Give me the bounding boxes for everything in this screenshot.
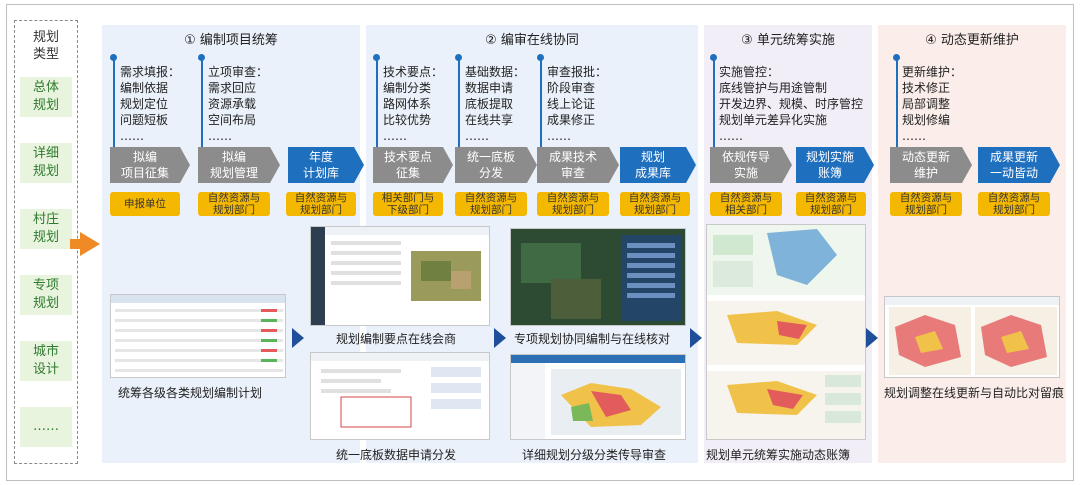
tag-dept: 自然资源与 规划部门	[455, 192, 527, 216]
flow-annual-plan-library: 年度 计划库	[288, 147, 364, 183]
tag-dept: 自然资源与 规划部门	[537, 192, 609, 216]
type-urban-design: 城市 设计	[20, 341, 72, 381]
compare-thumbnail	[885, 297, 1059, 375]
tag-dept: 自然资源与 规划部门	[796, 192, 866, 216]
note-tech-points: 技术要点： 编制分类 路网体系 比较优势……	[383, 65, 444, 143]
type-detailed-plan: 详细 规划	[20, 143, 72, 183]
screenshot-consultation	[310, 226, 490, 326]
plan-type-column: 规划 类型 总体 规划 详细 规划 村庄 规划 专项 规划 城市 设计 ……	[14, 20, 78, 464]
tag-dept: 自然资源与 规划部门	[978, 192, 1050, 216]
note-implementation: 实施管控： 底线管护与用途管制 开发边界、规模、时序管控 规划单元差异化实施……	[719, 65, 864, 143]
header-line: 规划	[32, 30, 59, 45]
screenshot-data-distribution	[310, 352, 490, 440]
orange-arrow-icon	[70, 232, 100, 256]
flow-plan-management: 拟编 规划管理	[198, 147, 280, 183]
stage-2-title: ② 编审在线协同	[485, 33, 579, 48]
tag-dept: 自然资源与 规划部门	[286, 192, 356, 216]
timeline-line	[458, 58, 460, 148]
screenshot-update-compare	[884, 296, 1060, 378]
caption-detailed-review: 详细规划分级分类传导审查	[522, 448, 667, 462]
caption-update-compare: 规划调整在线更新与自动比对留痕	[884, 386, 1065, 400]
caption-implementation-ledger: 规划单元统筹实施动态账簿	[706, 448, 851, 462]
stage-4-title: ④ 动态更新维护	[925, 33, 1019, 48]
screenshot-plan-table	[110, 294, 286, 378]
note-base-data: 基础数据： 数据申请 底板提取 在线共享……	[465, 65, 526, 143]
blue-arrow-icon	[292, 328, 304, 348]
note-update: 更新维护： 技术修正 局部调整 规划修编……	[902, 65, 963, 143]
note-demand: 需求填报： 编制依据 规划定位 问题短板……	[120, 65, 181, 143]
type-master-plan: 总体 规划	[20, 77, 72, 117]
flow-implementation-ledger: 规划实施 账簿	[796, 147, 874, 183]
timeline-line	[113, 58, 115, 148]
blue-arrow-icon	[494, 328, 506, 348]
flow-dynamic-update: 动态更新 维护	[890, 147, 972, 183]
type-special-plan: 专项 规划	[20, 275, 72, 315]
tag-dept: 自然资源与 规划部门	[198, 192, 270, 216]
detailed-review-thumbnail	[511, 355, 685, 439]
tag-dept: 相关部门与 下级部门	[373, 192, 443, 216]
type-village-plan: 村庄 规划	[20, 209, 72, 249]
flow-result-library: 规划 成果库	[620, 147, 696, 183]
note-approval: 立项审查： 需求回应 资源承载 空间布局……	[208, 65, 269, 143]
flow-project-collect: 拟编 项目征集	[110, 147, 190, 183]
caption-data-distribution: 统一底板数据申请分发	[336, 448, 457, 462]
flow-tech-points-collect: 技术要点 征集	[373, 147, 453, 183]
consultation-thumbnail	[311, 227, 489, 325]
screenshot-detailed-review	[510, 354, 686, 440]
note-review: 审查报批： 阶段审查 线上论证 成果修正……	[547, 65, 608, 143]
tag-dept: 自然资源与 规划部门	[890, 192, 962, 216]
blue-arrow-icon	[690, 328, 702, 348]
table-thumbnail	[111, 295, 285, 372]
timeline-line	[376, 58, 378, 148]
caption-plan-table: 统筹各级各类规划编制计划	[118, 386, 263, 400]
timeline-line	[201, 58, 203, 148]
timeline-line	[713, 58, 715, 148]
header-line: 类型	[32, 47, 59, 62]
ledger-thumbnail	[707, 225, 865, 439]
tag-dept: 自然资源与 规划部门	[620, 192, 690, 216]
tag-applicant: 申报单位	[110, 192, 180, 216]
flow-result-update: 成果更新 一动皆动	[978, 147, 1060, 183]
special-plan-thumbnail	[511, 229, 685, 325]
flow-transmission: 依规传导 实施	[710, 147, 792, 183]
blue-arrow-icon	[866, 328, 878, 348]
flow-base-distribution: 统一底板 分发	[455, 147, 537, 183]
type-more: ……	[20, 407, 72, 447]
timeline-line	[896, 58, 898, 148]
screenshot-implementation-ledger	[706, 224, 866, 440]
plan-type-header: 规划 类型	[15, 29, 77, 63]
stage-1-title: ① 编制项目统筹	[184, 33, 278, 48]
stage-3-title: ③ 单元统筹实施	[741, 33, 835, 48]
timeline-line	[540, 58, 542, 148]
flow-tech-review: 成果技术 审查	[537, 147, 619, 183]
screenshot-special-plan	[510, 228, 686, 326]
distribution-thumbnail	[311, 353, 489, 428]
caption-special-plan: 专项规划协同编制与在线核对	[514, 332, 671, 346]
caption-consultation: 规划编制要点在线会商	[336, 332, 457, 346]
tag-dept: 自然资源与 相关部门	[710, 192, 782, 216]
